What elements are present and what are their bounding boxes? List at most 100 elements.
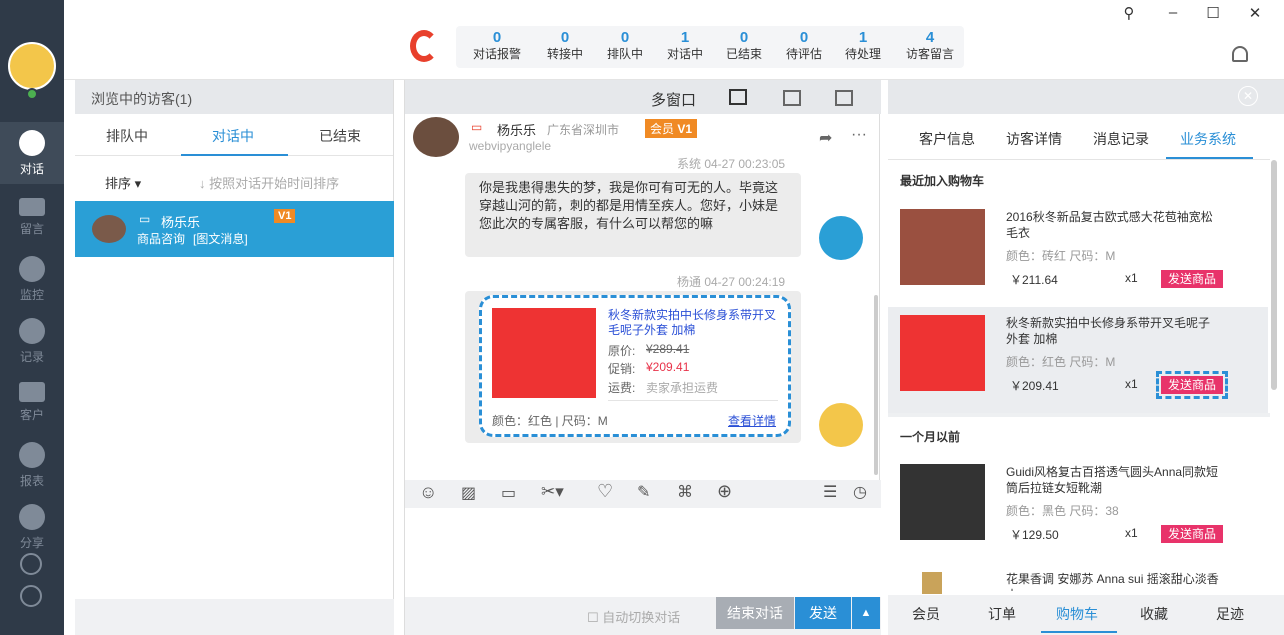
- sidebar-item-label: 客户: [19, 408, 44, 422]
- shipping-label: 运费:: [608, 381, 636, 395]
- minimize-icon[interactable]: –: [1162, 4, 1184, 24]
- close-panel-icon[interactable]: ✕: [1238, 86, 1258, 106]
- tab-business-system[interactable]: 业务系统: [1180, 129, 1236, 149]
- product-card-title[interactable]: 秋冬新款实拍中长修身系带开叉毛呢子外套 加棉: [608, 308, 780, 338]
- close-icon[interactable]: ✕: [1244, 4, 1266, 24]
- sidebar-item-label: 对话: [19, 162, 44, 176]
- tab-customer-info[interactable]: 客户信息: [919, 129, 975, 149]
- double-window-icon[interactable]: [783, 90, 801, 106]
- visitor-list-item[interactable]: ▭ 杨乐乐 V1 商品咨询 [图文消息]: [75, 201, 394, 257]
- heart-icon[interactable]: ♡: [597, 481, 613, 502]
- send-options-button[interactable]: ▲: [852, 597, 880, 629]
- edit-icon[interactable]: ✎: [637, 482, 650, 502]
- chat-scrollbar[interactable]: [874, 295, 878, 475]
- stat-in-chat[interactable]: 1 对话中: [655, 30, 715, 62]
- orig-price-label: 原价:: [608, 344, 636, 358]
- tab-queue[interactable]: 排队中: [106, 126, 148, 146]
- triple-window-icon[interactable]: [835, 90, 853, 106]
- product-price: ￥129.50: [1010, 528, 1059, 542]
- sidebar-item-message[interactable]: 留言: [0, 186, 64, 248]
- bottom-tab-underline: [1041, 631, 1117, 633]
- multi-window-label[interactable]: 多窗口: [651, 89, 696, 110]
- bottom-tab-favorites[interactable]: 收藏: [1140, 604, 1168, 624]
- stat-count: 0: [620, 29, 630, 46]
- sidebar-item-label: 报表: [19, 474, 44, 488]
- bell-icon[interactable]: [1232, 46, 1248, 62]
- end-chat-button[interactable]: 结束对话: [716, 597, 794, 629]
- more-icon[interactable]: ···: [851, 126, 867, 144]
- bottom-tab-member[interactable]: 会员: [912, 604, 940, 624]
- single-window-icon[interactable]: [729, 89, 747, 105]
- bottom-tab-cart[interactable]: 购物车: [1056, 604, 1098, 624]
- customer-panel: ✕ 客户信息 访客详情 消息记录 业务系统 最近加入购物车 2016秋冬新品复古…: [888, 80, 1284, 635]
- stat-label: 排队中: [606, 47, 643, 61]
- sidebar-item-chat[interactable]: 对话: [0, 122, 64, 184]
- stat-queue[interactable]: 0 排队中: [595, 30, 655, 62]
- list-icon[interactable]: ☰: [823, 482, 837, 502]
- folder-icon[interactable]: ▭: [501, 483, 516, 503]
- cart-product: Guidi风格复古百搭透气圆头Anna同款短筒后拉链女短靴潮 颜色：黑色 尺码：…: [888, 456, 1268, 562]
- maximize-icon[interactable]: ☐: [1202, 4, 1224, 24]
- stat-alarm[interactable]: 0 对话报警: [467, 30, 527, 62]
- stat-to-evaluate[interactable]: 0 待评估: [774, 30, 834, 62]
- sidebar-item-label: 分享: [19, 536, 44, 550]
- contact-card-icon: [19, 382, 45, 402]
- visitor-panel-header: 浏览中的访客(1): [75, 80, 393, 114]
- emoji-icon[interactable]: ☺: [419, 482, 437, 503]
- monitor-icon: ▭: [139, 212, 151, 226]
- product-qty: x1: [1125, 526, 1138, 540]
- bottom-tab-footprint[interactable]: 足迹: [1216, 604, 1244, 624]
- chat-visitor-id: webvipyanglele: [469, 139, 552, 153]
- chat-icon: [19, 130, 45, 156]
- send-product-button[interactable]: 发送商品: [1156, 371, 1228, 399]
- globe-icon[interactable]: ⊕: [717, 481, 732, 502]
- msg1-meta: 系统 04-27 00:23:05: [677, 157, 786, 171]
- sidebar-item-customers[interactable]: 客户: [0, 372, 64, 434]
- visitor-avatar: [92, 215, 126, 243]
- sidebar-item-reports[interactable]: 报表: [0, 434, 64, 496]
- history-icon[interactable]: ◷: [853, 482, 867, 502]
- member-badge: 会员 V1: [645, 119, 698, 138]
- right-scrollbar[interactable]: [1271, 160, 1277, 390]
- pin-icon[interactable]: ⚲: [1118, 4, 1140, 24]
- agent-avatar[interactable]: [8, 42, 56, 90]
- tab-ended[interactable]: 已结束: [319, 126, 361, 146]
- sidebar-item-records[interactable]: 记录: [0, 310, 64, 372]
- sidebar-item-monitor[interactable]: 监控: [0, 248, 64, 310]
- stat-visitor-message[interactable]: 4 访客留言: [900, 30, 960, 62]
- bottom-tab-orders[interactable]: 订单: [988, 604, 1016, 624]
- visitor-tabs: 排队中 对话中 已结束: [75, 114, 393, 156]
- visitor-list-panel: 浏览中的访客(1) 排队中 对话中 已结束 排序 ▾ ↓ 按照对话开始时间排序 …: [75, 80, 394, 635]
- view-detail-link[interactable]: 查看详情: [728, 412, 776, 429]
- visitor-name: 杨乐乐: [161, 215, 201, 230]
- sort-dropdown[interactable]: 排序 ▾: [105, 173, 141, 192]
- send-product-button[interactable]: 发送商品: [1161, 525, 1223, 543]
- product-card-attr: 颜色：红色 | 尺码：M: [492, 414, 608, 428]
- orig-price: ¥289.41: [646, 342, 690, 356]
- product-name[interactable]: 秋冬新款实拍中长修身系带开叉毛呢子外套 加棉: [1006, 315, 1221, 347]
- stat-ended[interactable]: 0 已结束: [714, 30, 774, 62]
- link-icon[interactable]: ⌘: [677, 482, 693, 502]
- screenshot-icon[interactable]: ✂▾: [541, 482, 564, 502]
- vip-badge: V1: [274, 209, 296, 223]
- stat-transfer[interactable]: 0 转接中: [535, 30, 595, 62]
- image-icon[interactable]: ▨: [461, 483, 476, 503]
- stat-label: 转接中: [546, 47, 583, 61]
- tab-visitor-detail[interactable]: 访客详情: [1006, 129, 1062, 149]
- message-input[interactable]: [405, 508, 881, 598]
- sidebar-item-share[interactable]: 分享: [0, 496, 64, 558]
- forward-icon[interactable]: ➦: [819, 128, 832, 148]
- tab-in-chat[interactable]: 对话中: [212, 126, 254, 146]
- settings-icon[interactable]: [20, 553, 42, 575]
- tab-message-history[interactable]: 消息记录: [1093, 129, 1149, 149]
- power-icon[interactable]: [20, 585, 42, 607]
- stat-pending[interactable]: 1 待处理: [833, 30, 893, 62]
- send-product-button[interactable]: 发送商品: [1161, 270, 1223, 288]
- auto-switch-checkbox[interactable]: ☐ 自动切换对话: [587, 607, 680, 626]
- visitor-desc-tag: [图文消息]: [193, 232, 248, 246]
- product-name[interactable]: 2016秋冬新品复古欧式感大花苞袖宽松毛衣: [1006, 209, 1221, 241]
- product-card[interactable]: 秋冬新款实拍中长修身系带开叉毛呢子外套 加棉 原价: ¥289.41 促销: ¥…: [479, 295, 791, 437]
- product-name[interactable]: Guidi风格复古百搭透气圆头Anna同款短筒后拉链女短靴潮: [1006, 464, 1221, 496]
- product-name[interactable]: 花果香调 安娜苏 Anna sui 摇滚甜心淡香水: [1006, 571, 1221, 591]
- send-button[interactable]: 发送: [795, 597, 851, 629]
